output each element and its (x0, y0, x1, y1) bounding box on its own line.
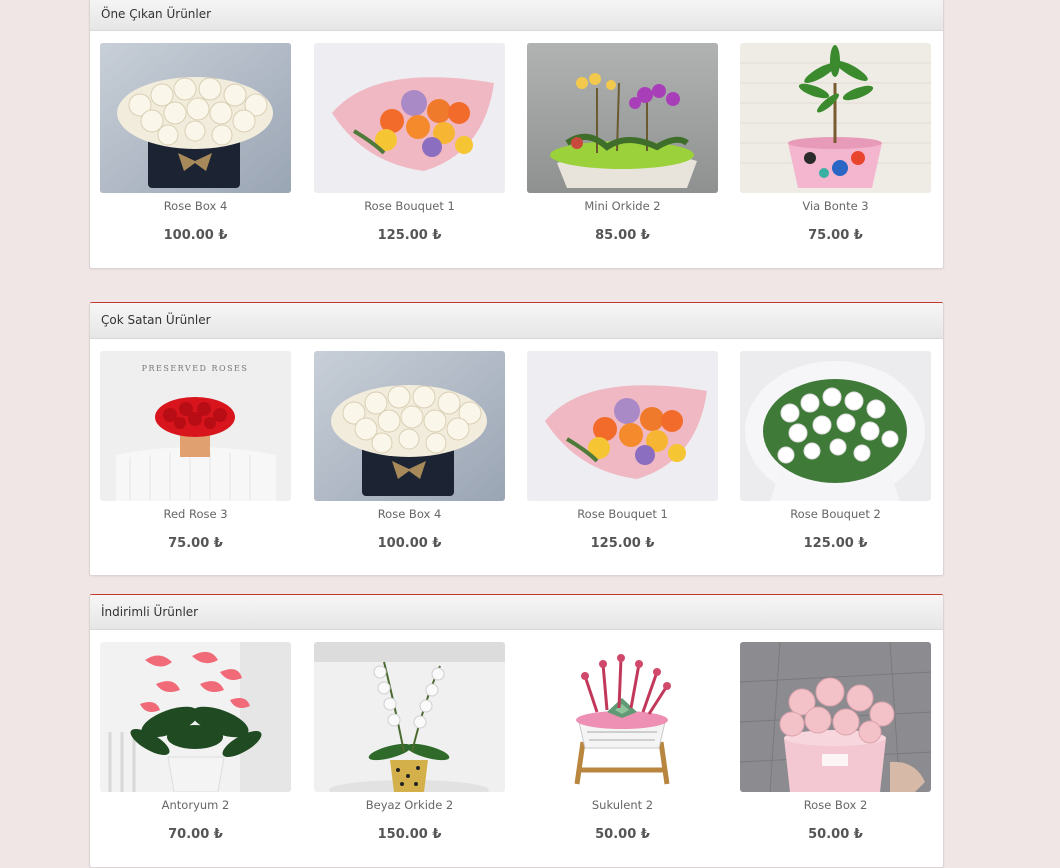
product-image[interactable] (314, 43, 505, 193)
product-price: 50.00 ₺ (595, 827, 650, 842)
discounted-products-panel: İndirimli Ürünler Antoryum 2 70.00 ₺ Bey… (89, 594, 944, 868)
product-card[interactable]: Rose Bouquet 1 125.00 ₺ (314, 43, 505, 243)
product-image[interactable] (314, 351, 505, 501)
product-card[interactable]: Antoryum 2 70.00 ₺ (100, 642, 291, 842)
product-image[interactable] (527, 351, 718, 501)
product-name[interactable]: Beyaz Orkide 2 (314, 798, 505, 812)
product-price: 85.00 ₺ (595, 228, 650, 243)
panel-title: İndirimli Ürünler (90, 595, 943, 630)
product-image[interactable] (527, 642, 718, 792)
bestseller-products-panel: Çok Satan Ürünler PRESERVED ROSES Red Ro… (89, 302, 944, 576)
product-price: 125.00 ₺ (803, 536, 868, 551)
product-image[interactable]: PRESERVED ROSES (100, 351, 291, 501)
product-price: 100.00 ₺ (163, 228, 228, 243)
product-name[interactable]: Rose Box 2 (740, 798, 931, 812)
product-card[interactable]: Via Bonte 3 75.00 ₺ (740, 43, 931, 243)
product-name[interactable]: Rose Bouquet 1 (527, 507, 718, 521)
product-name[interactable]: Rose Box 4 (100, 199, 291, 213)
product-grid: Rose Box 4 100.00 ₺ Rose Bouquet 1 125.0… (90, 31, 943, 268)
product-image[interactable] (100, 43, 291, 193)
product-name[interactable]: Rose Bouquet 1 (314, 199, 505, 213)
product-image[interactable] (740, 43, 931, 193)
product-price: 150.00 ₺ (377, 827, 442, 842)
product-price: 75.00 ₺ (168, 536, 223, 551)
product-price: 70.00 ₺ (168, 827, 223, 842)
product-price: 50.00 ₺ (808, 827, 863, 842)
product-card[interactable]: Rose Bouquet 2 125.00 ₺ (740, 351, 931, 551)
product-price: 100.00 ₺ (377, 536, 442, 551)
panel-title: Çok Satan Ürünler (90, 303, 943, 339)
product-name[interactable]: Mini Orkide 2 (527, 199, 718, 213)
product-grid: Antoryum 2 70.00 ₺ Beyaz Orkide 2 150.00… (90, 630, 943, 867)
product-card[interactable]: Rose Box 4 100.00 ₺ (314, 351, 505, 551)
product-card[interactable]: Mini Orkide 2 85.00 ₺ (527, 43, 718, 243)
preserved-roses-label: PRESERVED ROSES (142, 364, 249, 373)
product-name[interactable]: Via Bonte 3 (740, 199, 931, 213)
panel-title: Öne Çıkan Ürünler (90, 0, 943, 31)
featured-products-panel: Öne Çıkan Ürünler Rose Box 4 100.00 ₺ Ro… (89, 0, 944, 269)
product-grid: PRESERVED ROSES Red Rose 3 75.00 ₺ Rose … (90, 339, 943, 575)
product-price: 125.00 ₺ (590, 536, 655, 551)
product-price: 125.00 ₺ (377, 228, 442, 243)
product-card[interactable]: Sukulent 2 50.00 ₺ (527, 642, 718, 842)
product-name[interactable]: Rose Bouquet 2 (740, 507, 931, 521)
product-image[interactable] (740, 351, 931, 501)
product-name[interactable]: Red Rose 3 (100, 507, 291, 521)
product-price: 75.00 ₺ (808, 228, 863, 243)
product-name[interactable]: Sukulent 2 (527, 798, 718, 812)
product-card[interactable]: Rose Box 4 100.00 ₺ (100, 43, 291, 243)
product-card[interactable]: Rose Bouquet 1 125.00 ₺ (527, 351, 718, 551)
product-image[interactable] (527, 43, 718, 193)
product-image[interactable] (314, 642, 505, 792)
product-card[interactable]: PRESERVED ROSES Red Rose 3 75.00 ₺ (100, 351, 291, 551)
product-name[interactable]: Rose Box 4 (314, 507, 505, 521)
product-card[interactable]: Rose Box 2 50.00 ₺ (740, 642, 931, 842)
product-image[interactable] (740, 642, 931, 792)
product-card[interactable]: Beyaz Orkide 2 150.00 ₺ (314, 642, 505, 842)
product-image[interactable] (100, 642, 291, 792)
product-name[interactable]: Antoryum 2 (100, 798, 291, 812)
